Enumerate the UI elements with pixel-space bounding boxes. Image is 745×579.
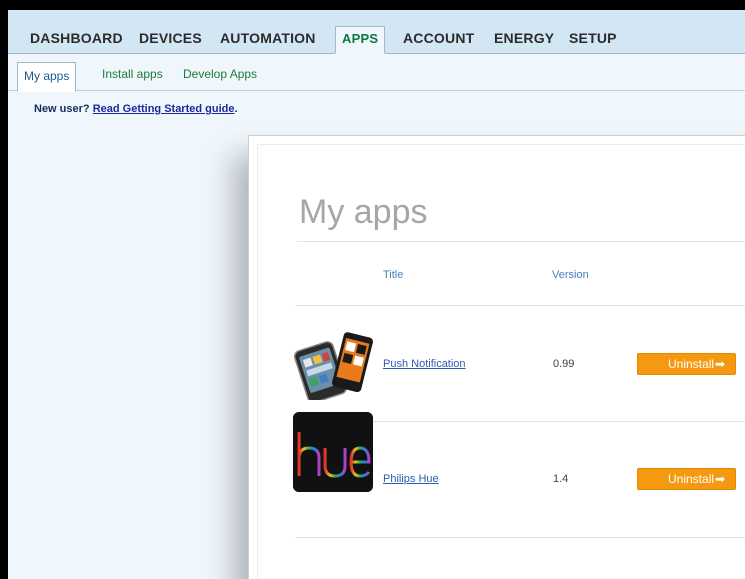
app-version: 1.4 [553, 473, 569, 485]
column-title-header: Title [383, 269, 404, 281]
divider [295, 537, 745, 538]
uninstall-label: Uninstall [668, 357, 715, 371]
browser-frame: DASHBOARD DEVICES AUTOMATION APPS ACCOUN… [8, 10, 745, 579]
nav-apps[interactable]: APPS [335, 26, 386, 54]
nav-dashboard[interactable]: DASHBOARD [30, 30, 123, 46]
uninstall-button[interactable]: Uninstall ➡ [637, 353, 736, 375]
divider [295, 305, 745, 306]
subnav-my-apps[interactable]: My apps [17, 62, 77, 92]
new-user-prefix: New user? [34, 103, 93, 115]
arrow-right-icon: ➡ [714, 472, 725, 486]
arrow-right-icon: ➡ [714, 357, 725, 371]
sub-nav: My apps Install apps Develop Apps [8, 54, 745, 92]
divider [297, 241, 745, 242]
column-version-header: Version [552, 269, 589, 281]
subnav-develop-apps[interactable]: Develop Apps [183, 67, 257, 81]
nav-automation[interactable]: AUTOMATION [220, 30, 316, 46]
top-nav: DASHBOARD DEVICES AUTOMATION APPS ACCOUN… [8, 10, 745, 54]
app-link-push-notification[interactable]: Push Notification [383, 358, 466, 370]
uninstall-button[interactable]: Uninstall ➡ [637, 468, 736, 490]
app-version: 0.99 [553, 358, 575, 370]
nav-account[interactable]: ACCOUNT [403, 30, 474, 46]
nav-devices[interactable]: DEVICES [139, 30, 202, 46]
new-user-notice: New user? Read Getting Started guide. [34, 103, 238, 115]
nav-energy[interactable]: ENERGY [494, 30, 554, 46]
nav-setup[interactable]: SETUP [569, 30, 617, 46]
subnav-install-apps[interactable]: Install apps [102, 67, 163, 81]
getting-started-link[interactable]: Read Getting Started guide [93, 103, 235, 115]
new-user-suffix: . [234, 103, 238, 115]
phones-icon [294, 332, 373, 400]
uninstall-label: Uninstall [668, 472, 715, 486]
app-link-philips-hue[interactable]: Philips Hue [383, 473, 439, 485]
dialog-title: My apps [299, 193, 428, 231]
hue-logo-icon [293, 412, 373, 492]
